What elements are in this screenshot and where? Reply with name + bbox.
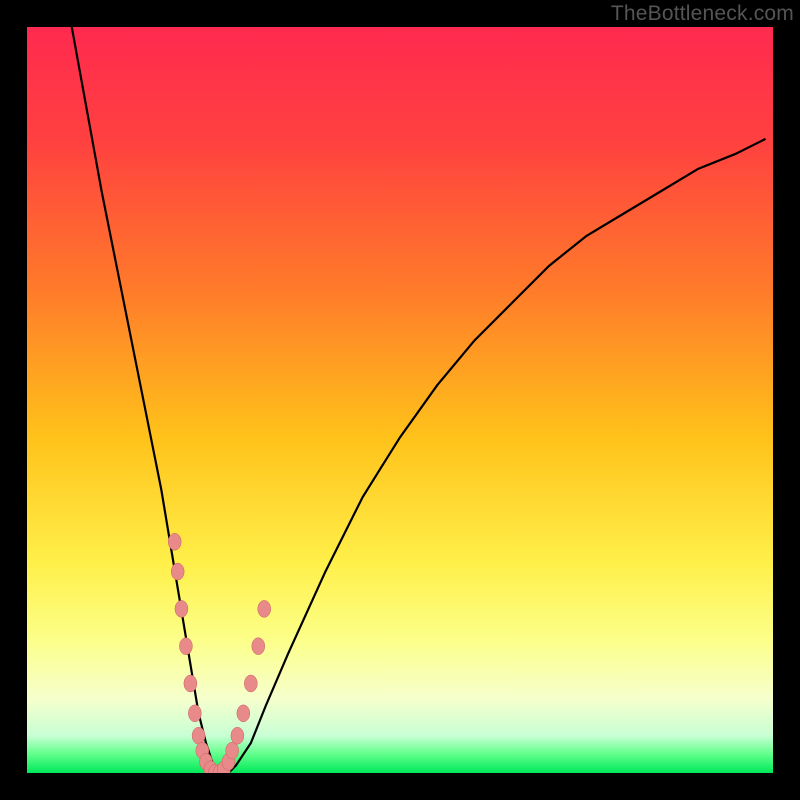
curve-marker (192, 727, 205, 744)
curve-marker (179, 638, 192, 655)
curve-marker (175, 600, 188, 617)
curve-marker (244, 675, 257, 692)
watermark-text: TheBottleneck.com (611, 2, 794, 26)
curve-marker (252, 638, 265, 655)
curve-marker (188, 705, 201, 722)
curve-marker (226, 742, 239, 759)
curve-marker (237, 705, 250, 722)
curve-marker (231, 727, 244, 744)
curve-marker (258, 600, 271, 617)
plot-frame (27, 27, 773, 773)
bottleneck-chart (27, 27, 773, 773)
curve-marker (168, 533, 181, 550)
gradient-background (27, 27, 773, 773)
curve-marker (171, 563, 184, 580)
curve-marker (184, 675, 197, 692)
